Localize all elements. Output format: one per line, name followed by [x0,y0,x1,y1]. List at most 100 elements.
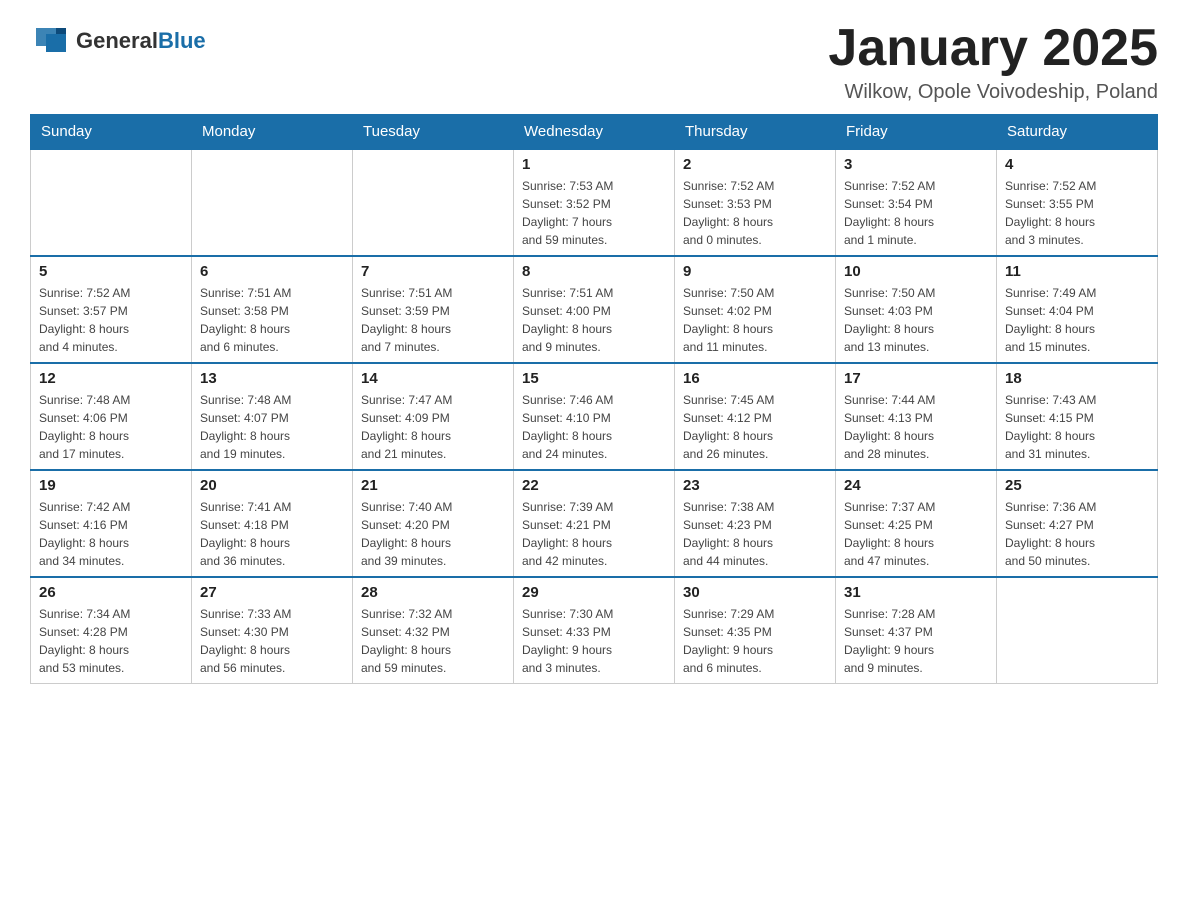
day-cell-1-5: 10Sunrise: 7:50 AM Sunset: 4:03 PM Dayli… [836,256,997,363]
day-cell-0-3: 1 Sunrise: 7:53 AM Sunset: 3:52 PM Daylig… [514,149,675,256]
day-info: Sunrise: 7:51 AM Sunset: 3:59 PM Dayligh… [361,284,505,356]
day-info: Sunrise: 7:52 AM Sunset: 3:57 PM Dayligh… [39,284,183,356]
day-number: 17 [844,370,988,387]
day-info: Sunrise: 7:32 AM Sunset: 4:32 PM Dayligh… [361,605,505,677]
day-info: Sunrise: 7:30 AM Sunset: 4:33 PM Dayligh… [522,605,666,677]
day-info: Sunrise: 7:48 AM Sunset: 4:07 PM Dayligh… [200,391,344,463]
day-info: Sunrise: 7:34 AM Sunset: 4:28 PM Dayligh… [39,605,183,677]
day-number: 26 [39,584,183,601]
day-number: 15 [522,370,666,387]
day-info: Sunrise: 7:33 AM Sunset: 4:30 PM Dayligh… [200,605,344,677]
day-info: Sunrise: 7:41 AM Sunset: 4:18 PM Dayligh… [200,498,344,570]
calendar-header-row: SundayMondayTuesdayWednesdayThursdayFrid… [31,115,1158,150]
calendar-table: SundayMondayTuesdayWednesdayThursdayFrid… [30,114,1158,684]
day-cell-3-5: 24 Sunrise: 7:37 AM Sunset: 4:25 PM Dayli… [836,470,997,577]
day-cell-0-4: 2 Sunrise: 7:52 AM Sunset: 3:53 PM Daylig… [675,149,836,256]
logo-blue: Blue [158,28,206,53]
day-number: 3 [844,156,988,173]
week-row-5: 26 Sunrise: 7:34 AM Sunset: 4:28 PM Dayli… [31,577,1158,684]
day-number: 16 [683,370,827,387]
day-number: 2 [683,156,827,173]
day-info: Sunrise: 7:28 AM Sunset: 4:37 PM Dayligh… [844,605,988,677]
day-cell-2-3: 15Sunrise: 7:46 AM Sunset: 4:10 PM Dayli… [514,363,675,470]
day-number: 29 [522,584,666,601]
day-info: Sunrise: 7:29 AM Sunset: 4:35 PM Dayligh… [683,605,827,677]
header-thursday: Thursday [675,115,836,150]
day-cell-2-1: 13 Sunrise: 7:48 AM Sunset: 4:07 PM Dayli… [192,363,353,470]
day-cell-3-1: 20 Sunrise: 7:41 AM Sunset: 4:18 PM Dayli… [192,470,353,577]
day-number: 19 [39,477,183,494]
day-info: Sunrise: 7:43 AM Sunset: 4:15 PM Dayligh… [1005,391,1149,463]
day-cell-3-0: 19 Sunrise: 7:42 AM Sunset: 4:16 PM Dayli… [31,470,192,577]
day-cell-3-6: 25 Sunrise: 7:36 AM Sunset: 4:27 PM Dayli… [997,470,1158,577]
day-info: Sunrise: 7:50 AM Sunset: 4:02 PM Dayligh… [683,284,827,356]
day-cell-0-5: 3 Sunrise: 7:52 AM Sunset: 3:54 PM Daylig… [836,149,997,256]
day-cell-2-5: 17 Sunrise: 7:44 AM Sunset: 4:13 PM Dayli… [836,363,997,470]
day-number: 11 [1005,263,1149,280]
day-number: 22 [522,477,666,494]
day-number: 12 [39,370,183,387]
day-cell-2-4: 16 Sunrise: 7:45 AM Sunset: 4:12 PM Dayli… [675,363,836,470]
day-number: 27 [200,584,344,601]
day-number: 8 [522,263,666,280]
day-cell-4-6 [997,577,1158,684]
month-title: January 2025 [828,20,1158,77]
location-title: Wilkow, Opole Voivodeship, Poland [828,81,1158,104]
day-info: Sunrise: 7:38 AM Sunset: 4:23 PM Dayligh… [683,498,827,570]
day-number: 30 [683,584,827,601]
week-row-1: 1 Sunrise: 7:53 AM Sunset: 3:52 PM Daylig… [31,149,1158,256]
day-info: Sunrise: 7:44 AM Sunset: 4:13 PM Dayligh… [844,391,988,463]
day-number: 6 [200,263,344,280]
day-info: Sunrise: 7:37 AM Sunset: 4:25 PM Dayligh… [844,498,988,570]
day-cell-1-2: 7Sunrise: 7:51 AM Sunset: 3:59 PM Daylig… [353,256,514,363]
header-monday: Monday [192,115,353,150]
day-number: 1 [522,156,666,173]
day-number: 18 [1005,370,1149,387]
day-info: Sunrise: 7:45 AM Sunset: 4:12 PM Dayligh… [683,391,827,463]
day-cell-1-0: 5 Sunrise: 7:52 AM Sunset: 3:57 PM Daylig… [31,256,192,363]
title-block: January 2025 Wilkow, Opole Voivodeship, … [828,20,1158,104]
day-info: Sunrise: 7:48 AM Sunset: 4:06 PM Dayligh… [39,391,183,463]
week-row-4: 19 Sunrise: 7:42 AM Sunset: 4:16 PM Dayli… [31,470,1158,577]
day-cell-3-2: 21 Sunrise: 7:40 AM Sunset: 4:20 PM Dayli… [353,470,514,577]
day-info: Sunrise: 7:50 AM Sunset: 4:03 PM Dayligh… [844,284,988,356]
logo-icon [30,20,72,62]
logo-general: General [76,28,158,53]
day-number: 5 [39,263,183,280]
day-number: 20 [200,477,344,494]
logo-text: GeneralBlue [76,28,206,54]
day-info: Sunrise: 7:47 AM Sunset: 4:09 PM Dayligh… [361,391,505,463]
day-info: Sunrise: 7:42 AM Sunset: 4:16 PM Dayligh… [39,498,183,570]
day-number: 4 [1005,156,1149,173]
day-number: 24 [844,477,988,494]
day-info: Sunrise: 7:53 AM Sunset: 3:52 PM Dayligh… [522,177,666,249]
day-info: Sunrise: 7:51 AM Sunset: 4:00 PM Dayligh… [522,284,666,356]
day-info: Sunrise: 7:52 AM Sunset: 3:53 PM Dayligh… [683,177,827,249]
day-info: Sunrise: 7:36 AM Sunset: 4:27 PM Dayligh… [1005,498,1149,570]
day-number: 25 [1005,477,1149,494]
day-cell-4-0: 26 Sunrise: 7:34 AM Sunset: 4:28 PM Dayli… [31,577,192,684]
day-cell-2-2: 14Sunrise: 7:47 AM Sunset: 4:09 PM Dayli… [353,363,514,470]
day-info: Sunrise: 7:40 AM Sunset: 4:20 PM Dayligh… [361,498,505,570]
day-info: Sunrise: 7:52 AM Sunset: 3:54 PM Dayligh… [844,177,988,249]
day-info: Sunrise: 7:51 AM Sunset: 3:58 PM Dayligh… [200,284,344,356]
day-number: 21 [361,477,505,494]
day-number: 28 [361,584,505,601]
header-tuesday: Tuesday [353,115,514,150]
day-number: 31 [844,584,988,601]
header-wednesday: Wednesday [514,115,675,150]
day-cell-4-3: 29 Sunrise: 7:30 AM Sunset: 4:33 PM Dayli… [514,577,675,684]
day-cell-1-4: 9Sunrise: 7:50 AM Sunset: 4:02 PM Daylig… [675,256,836,363]
day-cell-2-0: 12 Sunrise: 7:48 AM Sunset: 4:06 PM Dayli… [31,363,192,470]
page-header: GeneralBlue January 2025 Wilkow, Opole V… [30,20,1158,104]
day-info: Sunrise: 7:39 AM Sunset: 4:21 PM Dayligh… [522,498,666,570]
day-number: 23 [683,477,827,494]
day-cell-3-3: 22 Sunrise: 7:39 AM Sunset: 4:21 PM Dayli… [514,470,675,577]
header-friday: Friday [836,115,997,150]
day-cell-0-1 [192,149,353,256]
day-cell-4-1: 27 Sunrise: 7:33 AM Sunset: 4:30 PM Dayli… [192,577,353,684]
day-cell-1-1: 6 Sunrise: 7:51 AM Sunset: 3:58 PM Daylig… [192,256,353,363]
day-number: 13 [200,370,344,387]
day-cell-4-5: 31 Sunrise: 7:28 AM Sunset: 4:37 PM Dayli… [836,577,997,684]
header-saturday: Saturday [997,115,1158,150]
